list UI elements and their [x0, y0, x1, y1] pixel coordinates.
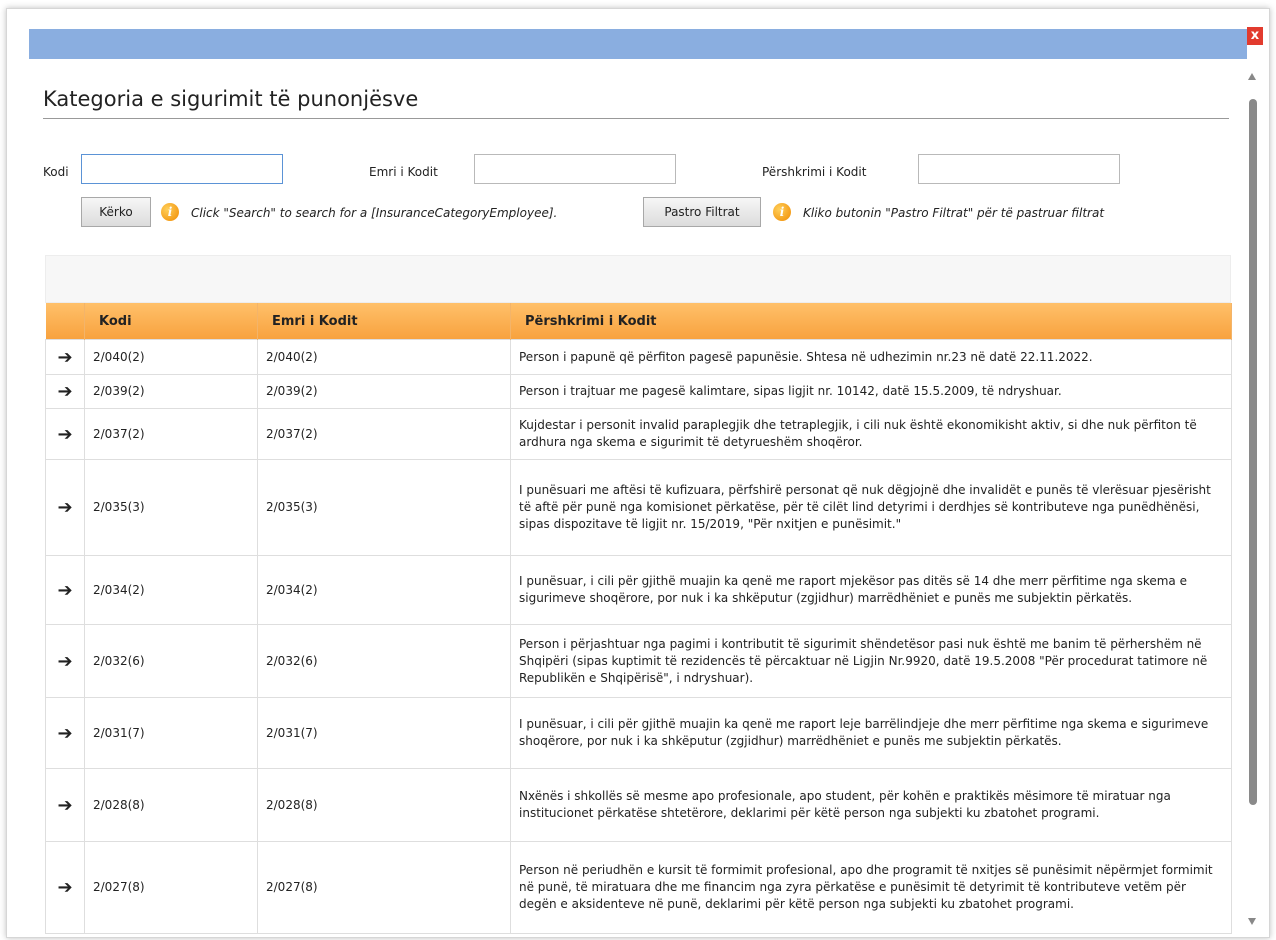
- dialog-window: x Kategoria e sigurimit të punonjësve Ko…: [6, 8, 1270, 938]
- table-row[interactable]: ➔ 2/040(2) 2/040(2) Person i papunë që p…: [45, 339, 1232, 375]
- table-row[interactable]: ➔ 2/028(8) 2/028(8) Nxënës i shkollës së…: [45, 768, 1232, 842]
- cell-kodi: 2/027(8): [84, 841, 258, 934]
- emri-label: Emri i Kodit: [369, 165, 438, 179]
- scroll-down-arrow-icon[interactable]: [1248, 918, 1256, 925]
- table-body: ➔ 2/040(2) 2/040(2) Person i papunë që p…: [45, 339, 1232, 934]
- arrow-right-icon[interactable]: ➔: [45, 374, 85, 409]
- cell-emri: 2/034(2): [257, 555, 511, 625]
- vertical-scrollbar[interactable]: [1245, 69, 1261, 927]
- table-row[interactable]: ➔ 2/035(3) 2/035(3) I punësuari me aftës…: [45, 459, 1232, 556]
- cell-pershkrimi: I punësuar, i cili për gjithë muajin ka …: [510, 697, 1232, 769]
- kodi-label: Kodi: [43, 165, 69, 179]
- cell-emri: 2/035(3): [257, 459, 511, 556]
- cell-emri: 2/040(2): [257, 339, 511, 375]
- scroll-up-arrow-icon[interactable]: [1248, 73, 1256, 80]
- table-row[interactable]: ➔ 2/031(7) 2/031(7) I punësuar, i cili p…: [45, 697, 1232, 769]
- table-row[interactable]: ➔ 2/039(2) 2/039(2) Person i trajtuar me…: [45, 374, 1232, 409]
- pershkrimi-input[interactable]: [918, 154, 1120, 184]
- cell-emri: 2/032(6): [257, 624, 511, 698]
- title-divider: [43, 118, 1229, 119]
- cell-emri: 2/037(2): [257, 408, 511, 460]
- cell-kodi: 2/035(3): [84, 459, 258, 556]
- cell-pershkrimi: Person i trajtuar me pagesë kalimtare, s…: [510, 374, 1232, 409]
- cell-kodi: 2/039(2): [84, 374, 258, 409]
- close-button[interactable]: x: [1247, 27, 1263, 45]
- column-header-arrow: [45, 303, 85, 340]
- kodi-input[interactable]: [81, 154, 283, 184]
- cell-pershkrimi: Person në periudhën e kursit të formimit…: [510, 841, 1232, 934]
- column-header-emri[interactable]: Emri i Kodit: [257, 303, 511, 340]
- cell-pershkrimi: I punësuar, i cili për gjithë muajin ka …: [510, 555, 1232, 625]
- clear-filters-hint: Kliko butonin "Pastro Filtrat" për të pa…: [803, 206, 1105, 220]
- cell-kodi: 2/032(6): [84, 624, 258, 698]
- search-hint: Click "Search" to search for a [Insuranc…: [191, 206, 558, 220]
- arrow-right-icon[interactable]: ➔: [45, 555, 85, 625]
- cell-pershkrimi: Kujdestar i personit invalid paraplegjik…: [510, 408, 1232, 460]
- arrow-right-icon[interactable]: ➔: [45, 624, 85, 698]
- cell-kodi: 2/037(2): [84, 408, 258, 460]
- search-button[interactable]: Kërko: [81, 197, 151, 227]
- cell-emri: 2/028(8): [257, 768, 511, 842]
- pershkrimi-label: Përshkrimi i Kodit: [762, 165, 867, 179]
- arrow-right-icon[interactable]: ➔: [45, 768, 85, 842]
- arrow-right-icon[interactable]: ➔: [45, 408, 85, 460]
- cell-emri: 2/027(8): [257, 841, 511, 934]
- info-icon: i: [161, 203, 179, 221]
- info-icon: i: [773, 203, 791, 221]
- column-header-kodi[interactable]: Kodi: [84, 303, 258, 340]
- table-row[interactable]: ➔ 2/027(8) 2/027(8) Person në periudhën …: [45, 841, 1232, 934]
- table-row[interactable]: ➔ 2/034(2) 2/034(2) I punësuar, i cili p…: [45, 555, 1232, 625]
- cell-pershkrimi: Person i papunë që përfiton pagesë papun…: [510, 339, 1232, 375]
- cell-kodi: 2/028(8): [84, 768, 258, 842]
- arrow-right-icon[interactable]: ➔: [45, 339, 85, 375]
- cell-pershkrimi: Person i përjashtuar nga pagimi i kontri…: [510, 624, 1232, 698]
- results-table: Kodi Emri i Kodit Përshkrimi i Kodit ➔ 2…: [45, 303, 1232, 934]
- arrow-right-icon[interactable]: ➔: [45, 697, 85, 769]
- page-title: Kategoria e sigurimit të punonjësve: [43, 87, 419, 111]
- cell-pershkrimi: Nxënës i shkollës së mesme apo profesion…: [510, 768, 1232, 842]
- table-row[interactable]: ➔ 2/037(2) 2/037(2) Kujdestar i personit…: [45, 408, 1232, 460]
- table-header-row: Kodi Emri i Kodit Përshkrimi i Kodit: [45, 303, 1232, 340]
- grid-toolbar: [45, 255, 1231, 303]
- arrow-right-icon[interactable]: ➔: [45, 459, 85, 556]
- column-header-pershkrimi[interactable]: Përshkrimi i Kodit: [510, 303, 1232, 340]
- clear-filters-button[interactable]: Pastro Filtrat: [643, 197, 761, 227]
- table-row[interactable]: ➔ 2/032(6) 2/032(6) Person i përjashtuar…: [45, 624, 1232, 698]
- cell-emri: 2/031(7): [257, 697, 511, 769]
- cell-pershkrimi: I punësuari me aftësi të kufizuara, përf…: [510, 459, 1232, 556]
- scroll-thumb[interactable]: [1249, 99, 1257, 805]
- cell-kodi: 2/031(7): [84, 697, 258, 769]
- cell-kodi: 2/040(2): [84, 339, 258, 375]
- dialog-titlebar[interactable]: [29, 29, 1247, 59]
- arrow-right-icon[interactable]: ➔: [45, 841, 85, 934]
- emri-input[interactable]: [474, 154, 676, 184]
- cell-kodi: 2/034(2): [84, 555, 258, 625]
- cell-emri: 2/039(2): [257, 374, 511, 409]
